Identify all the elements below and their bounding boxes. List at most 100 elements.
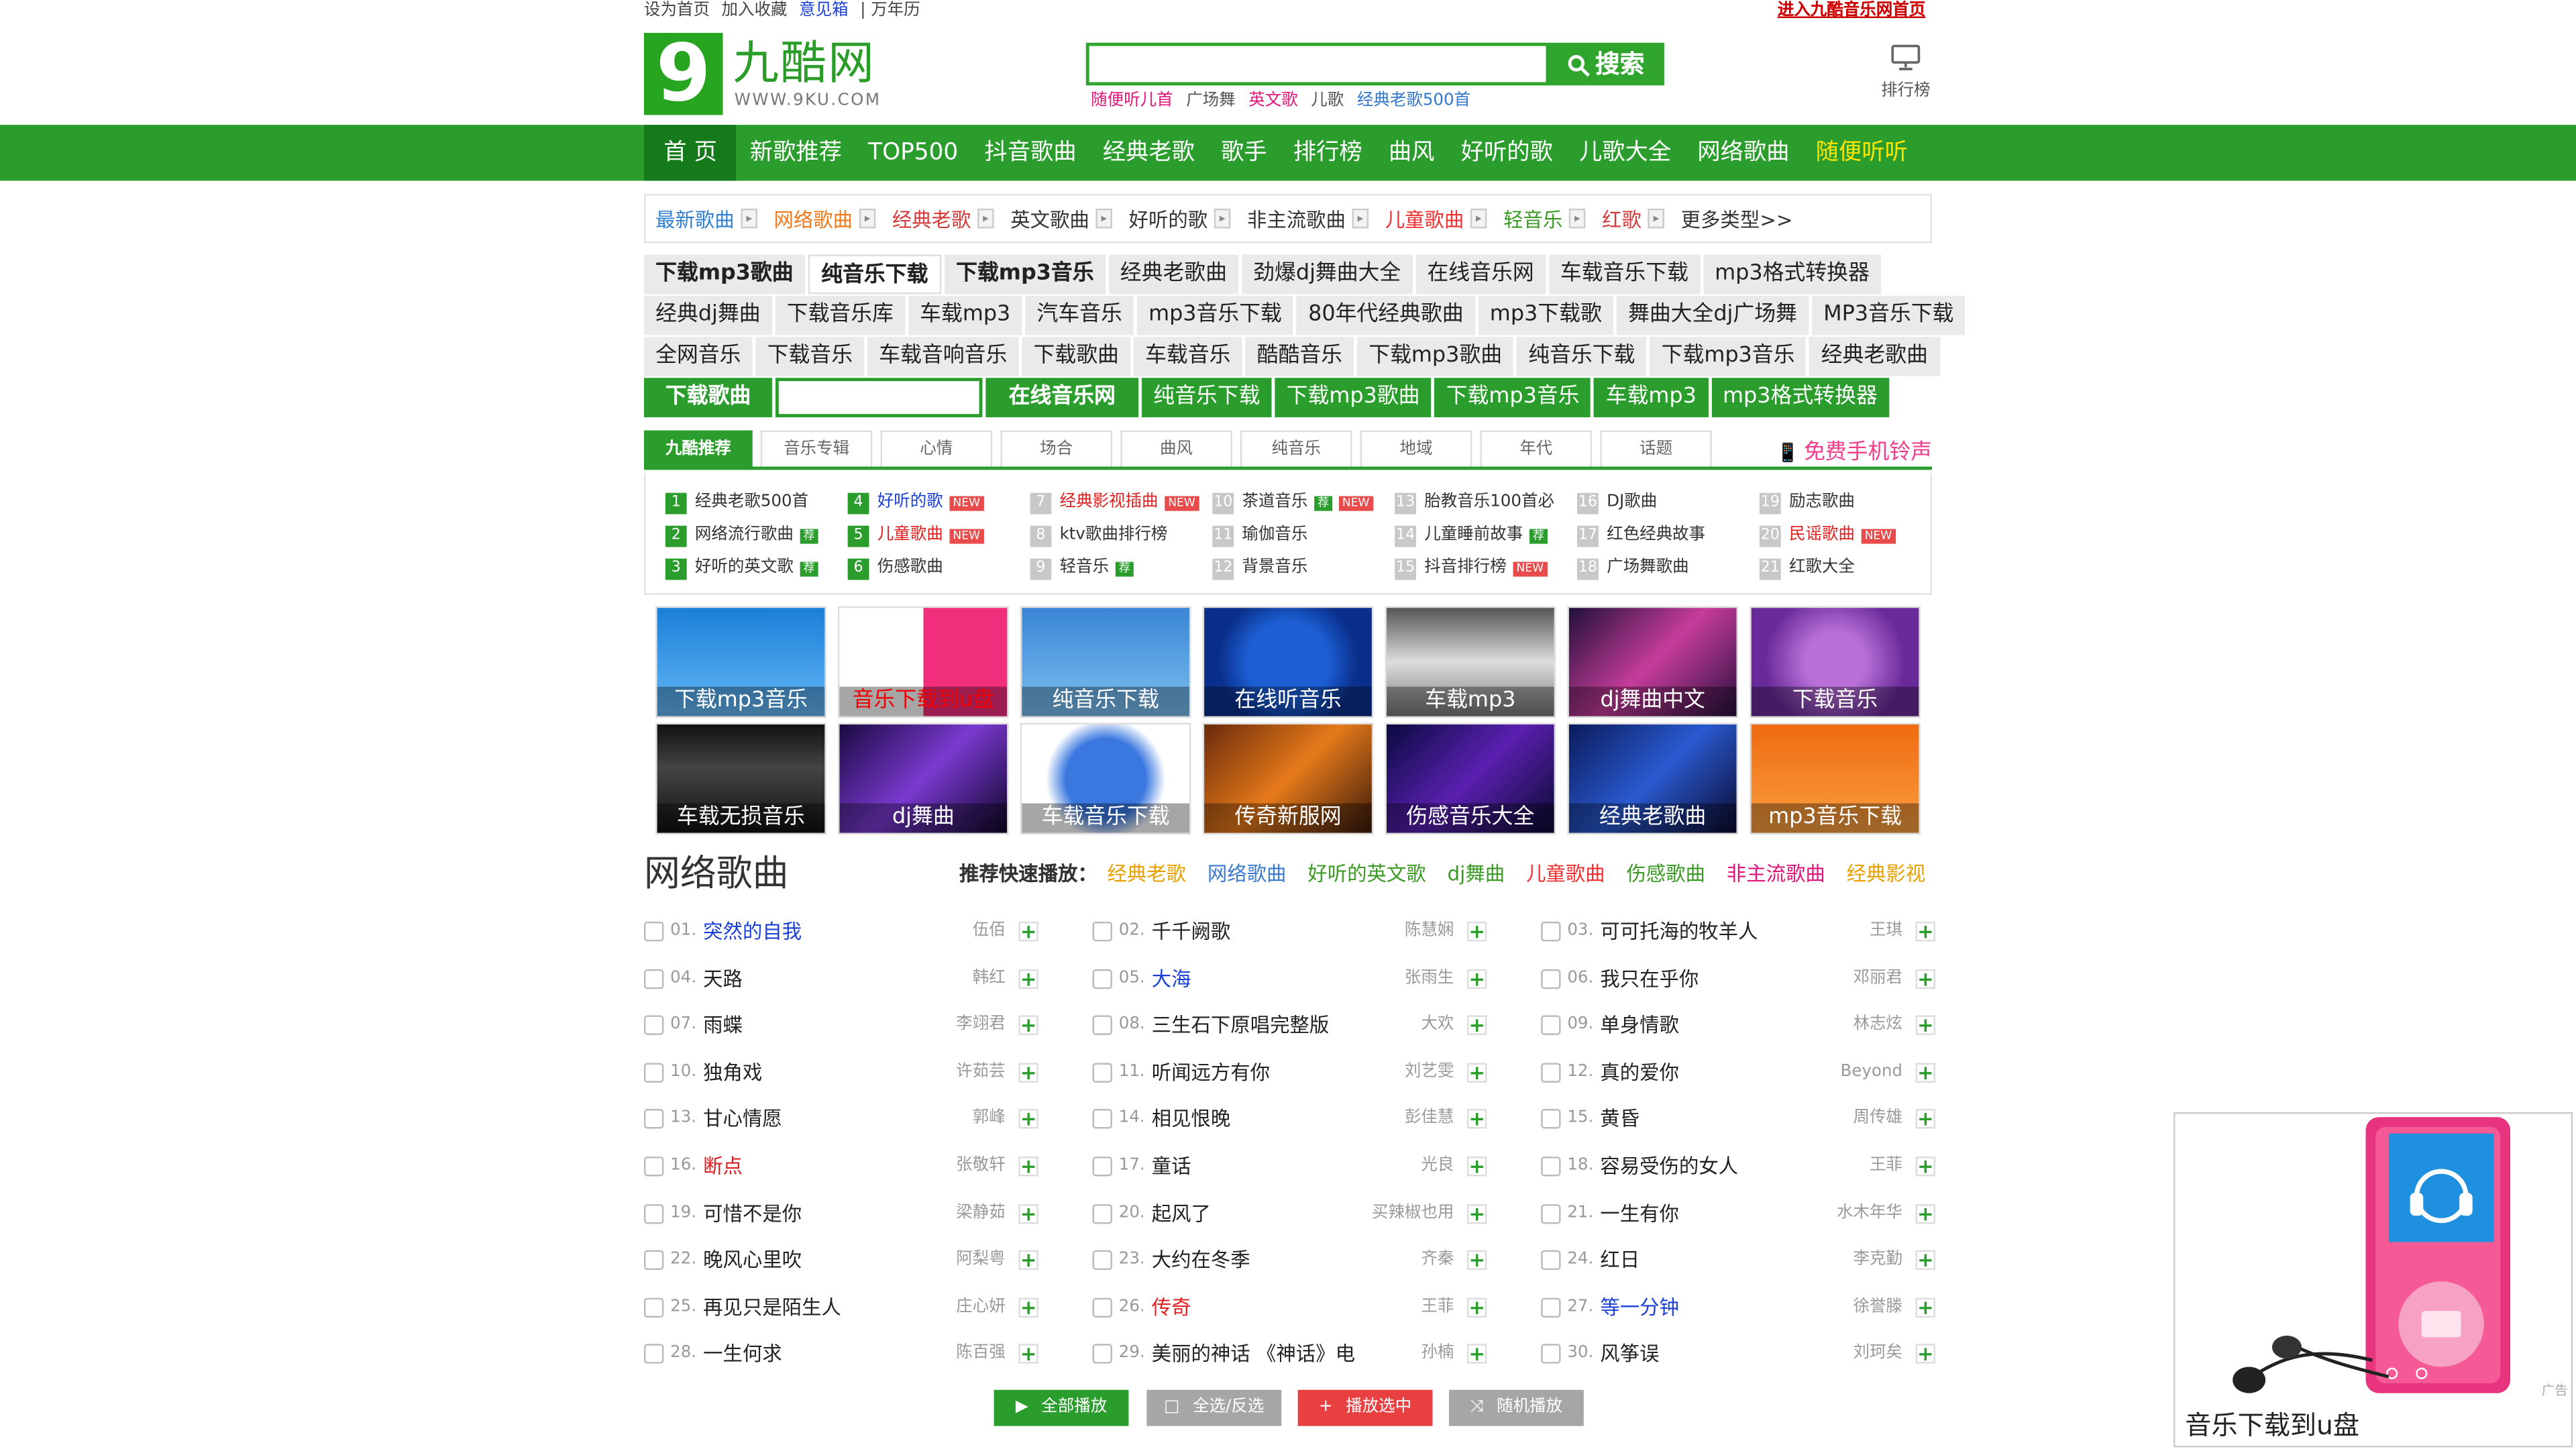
recommend-item[interactable]: 13 胎教音乐100首必: [1395, 486, 1575, 519]
action-button-4[interactable]: ⤨ 随机播放: [1449, 1389, 1584, 1426]
grid-link[interactable]: 下载音乐库: [775, 295, 906, 335]
recommend-item[interactable]: 15 抖音排行榜 NEW: [1395, 552, 1575, 585]
song-title[interactable]: 大约在冬季: [1152, 1239, 1250, 1282]
song-artist[interactable]: 庄心妍: [956, 1286, 1005, 1329]
thumbnail-card[interactable]: 伤感音乐大全: [1385, 722, 1556, 835]
song-artist[interactable]: 梁静茹: [956, 1192, 1005, 1235]
song-title[interactable]: 等一分钟: [1600, 1286, 1679, 1329]
recommend-item[interactable]: 14 儿童睡前故事荐: [1395, 519, 1575, 552]
add-icon[interactable]: +: [1018, 1015, 1038, 1036]
hot-word-1[interactable]: 随便听儿首: [1091, 92, 1173, 110]
song-title[interactable]: 三生石下原唱完整版: [1152, 1004, 1330, 1047]
quick-play-link[interactable]: 经典老歌: [1107, 863, 1186, 885]
thumbnail-card[interactable]: 在线听音乐: [1202, 606, 1374, 718]
recommend-item[interactable]: 18 广场舞歌曲: [1577, 552, 1758, 585]
recommend-item[interactable]: 3 好听的英文歌荐: [665, 552, 846, 585]
song-artist[interactable]: 水木年华: [1837, 1192, 1902, 1235]
grid-link[interactable]: 全网音乐: [644, 337, 753, 376]
add-icon[interactable]: +: [1915, 1110, 1935, 1130]
song-artist[interactable]: 周传雄: [1853, 1098, 1902, 1141]
add-icon[interactable]: +: [1018, 1344, 1038, 1364]
add-icon[interactable]: +: [1915, 1157, 1935, 1177]
add-icon[interactable]: +: [1018, 1157, 1038, 1177]
song-checkbox[interactable]: [1541, 1110, 1561, 1130]
song-title[interactable]: 起风了: [1152, 1192, 1211, 1235]
nav-item-8[interactable]: 曲风: [1375, 125, 1448, 180]
song-checkbox[interactable]: [1541, 1297, 1561, 1318]
quick-search-input[interactable]: [775, 378, 983, 418]
music-type-8[interactable]: 轻音乐 ▸: [1503, 205, 1586, 233]
recommend-item[interactable]: 20 民谣歌曲 NEW: [1759, 519, 1940, 552]
song-artist[interactable]: 张雨生: [1405, 957, 1454, 1000]
tab-5[interactable]: 曲风: [1120, 430, 1232, 467]
feedback-link[interactable]: 意见箱: [799, 1, 848, 19]
add-icon[interactable]: +: [1915, 1344, 1935, 1364]
song-title[interactable]: 一生有你: [1600, 1192, 1679, 1235]
song-checkbox[interactable]: [644, 1203, 664, 1224]
song-checkbox[interactable]: [1092, 1250, 1112, 1271]
recommend-item[interactable]: 5 儿童歌曲 NEW: [847, 519, 1028, 552]
song-artist[interactable]: 李翊君: [956, 1004, 1005, 1047]
song-title[interactable]: 美丽的神话 《神话》电: [1152, 1333, 1355, 1376]
song-artist[interactable]: 大欢: [1421, 1004, 1454, 1047]
song-artist[interactable]: 韩红: [973, 957, 1006, 1000]
song-title[interactable]: 童话: [1152, 1145, 1191, 1188]
site-logo[interactable]: 9 九酷网 WWW.9KU.COM: [644, 33, 890, 115]
song-artist[interactable]: 徐誉滕: [1853, 1286, 1902, 1329]
thumbnail-card[interactable]: 车载mp3: [1385, 606, 1556, 718]
song-title[interactable]: 我只在乎你: [1600, 957, 1699, 1000]
song-artist[interactable]: 孙楠: [1421, 1333, 1454, 1376]
song-artist[interactable]: 李克勤: [1853, 1239, 1902, 1282]
free-ringtone-link[interactable]: 📱 免费手机铃声: [1776, 434, 1932, 465]
add-icon[interactable]: +: [1915, 1062, 1935, 1083]
song-checkbox[interactable]: [644, 921, 664, 942]
song-title[interactable]: 千千阙歌: [1152, 910, 1231, 953]
quick-play-link[interactable]: dj舞曲: [1448, 863, 1505, 885]
grid-link[interactable]: 纯音乐下载: [1142, 378, 1272, 418]
action-button-1[interactable]: ▶ 全部播放: [994, 1389, 1129, 1426]
song-checkbox[interactable]: [644, 1297, 664, 1318]
grid-link[interactable]: 纯音乐下载: [1517, 337, 1647, 376]
tab-2[interactable]: 音乐专辑: [760, 430, 873, 467]
thumbnail-card[interactable]: dj舞曲中文: [1567, 606, 1739, 718]
add-icon[interactable]: +: [1466, 1203, 1487, 1224]
nav-item-12[interactable]: 随便听听: [1803, 125, 1921, 180]
hot-word-3[interactable]: 英文歌: [1248, 92, 1297, 110]
recommend-item[interactable]: 2 网络流行歌曲荐: [665, 519, 846, 552]
song-title[interactable]: 晚风心里吹: [703, 1239, 802, 1282]
song-checkbox[interactable]: [1092, 1344, 1112, 1364]
song-title[interactable]: 可惜不是你: [703, 1192, 802, 1235]
song-checkbox[interactable]: [1541, 1157, 1561, 1177]
nav-item-3[interactable]: TOP500: [855, 125, 971, 180]
quick-play-link[interactable]: 伤感歌曲: [1626, 863, 1705, 885]
add-icon[interactable]: +: [1018, 1203, 1038, 1224]
song-checkbox[interactable]: [1541, 1344, 1561, 1364]
grid-link[interactable]: 下载音乐: [755, 337, 865, 376]
song-title[interactable]: 风筝误: [1600, 1333, 1659, 1376]
recommend-item[interactable]: 10 茶道音乐荐 NEW: [1212, 486, 1393, 519]
grid-link[interactable]: 经典老歌曲: [1108, 254, 1239, 294]
song-artist[interactable]: 刘珂矣: [1853, 1333, 1902, 1376]
song-checkbox[interactable]: [1092, 968, 1112, 989]
song-artist[interactable]: 彭佳慧: [1405, 1098, 1454, 1141]
music-type-4[interactable]: 英文歌曲 ▸: [1010, 205, 1113, 233]
add-icon[interactable]: +: [1018, 921, 1038, 942]
music-type-10[interactable]: 更多类型>>: [1681, 205, 1793, 233]
recommend-item[interactable]: 19 励志歌曲: [1759, 486, 1940, 519]
recommend-item[interactable]: 6 伤感歌曲: [847, 552, 1028, 585]
song-checkbox[interactable]: [644, 1344, 664, 1364]
hot-word-2[interactable]: 广场舞: [1186, 92, 1235, 110]
song-title[interactable]: 黄昏: [1600, 1098, 1640, 1141]
thumbnail-card[interactable]: 下载音乐: [1750, 606, 1921, 718]
recommend-item[interactable]: 8 ktv歌曲排行榜: [1030, 519, 1211, 552]
music-type-6[interactable]: 非主流歌曲 ▸: [1247, 205, 1369, 233]
thumbnail-card[interactable]: 车载无损音乐: [655, 722, 826, 835]
tab-8[interactable]: 年代: [1480, 430, 1593, 467]
song-title[interactable]: 天路: [703, 957, 743, 1000]
grid-link[interactable]: 车载音响音乐: [867, 337, 1019, 376]
music-type-9[interactable]: 红歌 ▸: [1602, 205, 1665, 233]
grid-link[interactable]: 下载mp3歌曲: [1357, 337, 1514, 376]
nav-item-7[interactable]: 排行榜: [1280, 125, 1375, 180]
music-type-3[interactable]: 经典老歌 ▸: [892, 205, 994, 233]
grid-link[interactable]: 下载mp3音乐: [1434, 378, 1591, 418]
